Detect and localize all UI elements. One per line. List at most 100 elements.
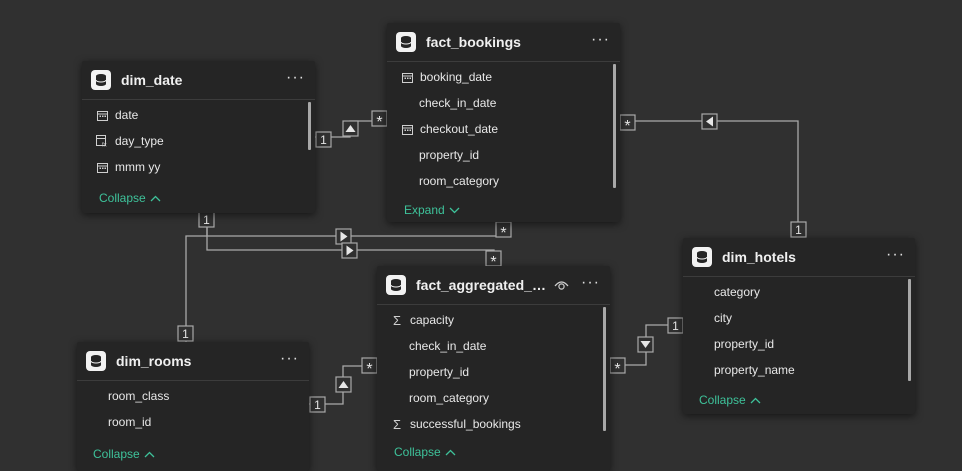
rel-date-rooms xyxy=(185,235,207,342)
field-booking-date[interactable]: booking_date xyxy=(387,64,620,90)
arrow-down-icon xyxy=(637,336,654,353)
field-day-type[interactable]: fx day_type xyxy=(82,128,315,154)
calendar-icon xyxy=(400,70,414,84)
field-category[interactable]: category xyxy=(683,279,915,305)
arrow-up-icon xyxy=(342,120,359,137)
card-one-rooms xyxy=(177,325,194,342)
toggle-label: Expand xyxy=(404,203,445,217)
card-one-label: 1 xyxy=(314,398,321,412)
field-checkout-date[interactable]: checkout_date xyxy=(387,116,620,142)
collapse-button[interactable]: Collapse xyxy=(93,447,155,461)
table-icon xyxy=(91,70,111,90)
card-one-date-b xyxy=(198,211,215,228)
table-header[interactable]: dim_date ··· xyxy=(82,61,315,100)
card-one-label: 1 xyxy=(320,133,327,147)
table-header[interactable]: dim_hotels ··· xyxy=(683,238,915,277)
more-options-icon[interactable]: ··· xyxy=(591,32,610,48)
card-many-label: * xyxy=(614,361,620,378)
field-label: city xyxy=(714,311,732,325)
more-options-icon[interactable]: ··· xyxy=(886,247,905,263)
eye-icon[interactable] xyxy=(554,278,569,296)
field-label: date xyxy=(115,108,139,122)
scrollbar[interactable] xyxy=(603,307,606,431)
svg-text:fx: fx xyxy=(102,143,107,148)
table-dim-date[interactable]: dim_date ··· date fx day_type mmm yy Col… xyxy=(82,61,315,213)
field-mmm-yy[interactable]: mmm yy xyxy=(82,154,315,180)
rel-rooms-aggregated xyxy=(309,365,377,405)
field-capacity[interactable]: Σ capacity xyxy=(377,307,610,333)
card-one-rooms-agg xyxy=(309,396,326,413)
calculated-column-icon: fx xyxy=(95,134,109,148)
table-fact-aggregated[interactable]: fact_aggregated_b… ··· Σ capacity check_… xyxy=(377,266,610,471)
table-icon xyxy=(396,32,416,52)
field-label: category xyxy=(714,285,761,299)
card-many-label: * xyxy=(624,118,630,135)
field-label: mmm yy xyxy=(115,160,161,174)
field-label: day_type xyxy=(115,134,164,148)
more-options-icon[interactable]: ··· xyxy=(280,351,299,367)
chevron-up-icon xyxy=(150,195,161,201)
field-date[interactable]: date xyxy=(82,102,315,128)
table-icon xyxy=(386,275,406,295)
arrow-right-icon xyxy=(335,228,352,245)
field-room-class[interactable]: room_class xyxy=(77,383,309,409)
field-room-id[interactable]: room_id xyxy=(77,409,309,435)
expand-button[interactable]: Expand xyxy=(404,203,460,217)
card-one-label: 1 xyxy=(795,223,802,237)
field-property-name[interactable]: property_name xyxy=(683,357,915,383)
table-fact-bookings[interactable]: fact_bookings ··· booking_date check_in_… xyxy=(387,23,620,222)
collapse-button[interactable]: Collapse xyxy=(699,393,761,407)
field-check-in-date[interactable]: check_in_date xyxy=(387,90,620,116)
chevron-up-icon xyxy=(445,449,456,455)
scrollbar[interactable] xyxy=(308,102,311,150)
card-one-date-a xyxy=(315,131,332,148)
calendar-icon xyxy=(400,122,414,136)
table-title: dim_hotels xyxy=(722,249,796,265)
toggle-label: Collapse xyxy=(93,447,140,461)
chevron-up-icon xyxy=(750,397,761,403)
field-label: check_in_date xyxy=(419,96,497,110)
chevron-down-icon xyxy=(449,207,460,213)
card-one-hotels xyxy=(790,221,807,238)
arrow-up-icon xyxy=(335,376,352,393)
table-icon xyxy=(86,351,106,371)
table-header[interactable]: fact_bookings ··· xyxy=(387,23,620,62)
table-title: fact_bookings xyxy=(426,34,521,50)
rel-hotels-aggregated xyxy=(610,324,683,366)
field-label: check_in_date xyxy=(409,339,487,353)
field-label: successful_bookings xyxy=(410,417,521,431)
toggle-label: Collapse xyxy=(99,191,146,205)
card-one-hotels-agg xyxy=(667,317,684,334)
table-title: dim_rooms xyxy=(116,353,192,369)
scrollbar[interactable] xyxy=(908,279,911,381)
card-many-label: * xyxy=(366,361,372,378)
field-room-category[interactable]: room_category xyxy=(377,385,610,411)
field-city[interactable]: city xyxy=(683,305,915,331)
field-label: booking_date xyxy=(420,70,493,84)
table-dim-hotels[interactable]: dim_hotels ··· category city property_id… xyxy=(683,238,915,414)
table-header[interactable]: dim_rooms ··· xyxy=(77,342,309,381)
field-property-id[interactable]: property_id xyxy=(377,359,610,385)
scrollbar[interactable] xyxy=(613,64,616,188)
arrow-left-icon xyxy=(701,113,718,130)
field-room-category[interactable]: room_category xyxy=(387,168,620,194)
field-label: property_id xyxy=(714,337,775,351)
card-one-label: 1 xyxy=(203,213,210,227)
more-options-icon[interactable]: ··· xyxy=(286,70,305,86)
field-label: capacity xyxy=(410,313,455,327)
card-many-label: * xyxy=(376,114,382,131)
table-dim-rooms[interactable]: dim_rooms ··· room_class room_id Collaps… xyxy=(77,342,309,471)
chevron-up-icon xyxy=(144,451,155,457)
field-check-in-date[interactable]: check_in_date xyxy=(377,333,610,359)
table-header[interactable]: fact_aggregated_b… ··· xyxy=(377,266,610,305)
field-property-id[interactable]: property_id xyxy=(683,331,915,357)
field-successful-bookings[interactable]: Σ successful_bookings xyxy=(377,411,610,437)
more-options-icon[interactable]: ··· xyxy=(581,275,600,291)
field-property-id[interactable]: property_id xyxy=(387,142,620,168)
collapse-button[interactable]: Collapse xyxy=(99,191,161,205)
field-label: checkout_date xyxy=(420,122,499,136)
table-title: dim_date xyxy=(121,72,183,88)
field-label: room_class xyxy=(108,389,170,403)
field-label: property_id xyxy=(419,148,480,162)
collapse-button[interactable]: Collapse xyxy=(394,445,456,459)
